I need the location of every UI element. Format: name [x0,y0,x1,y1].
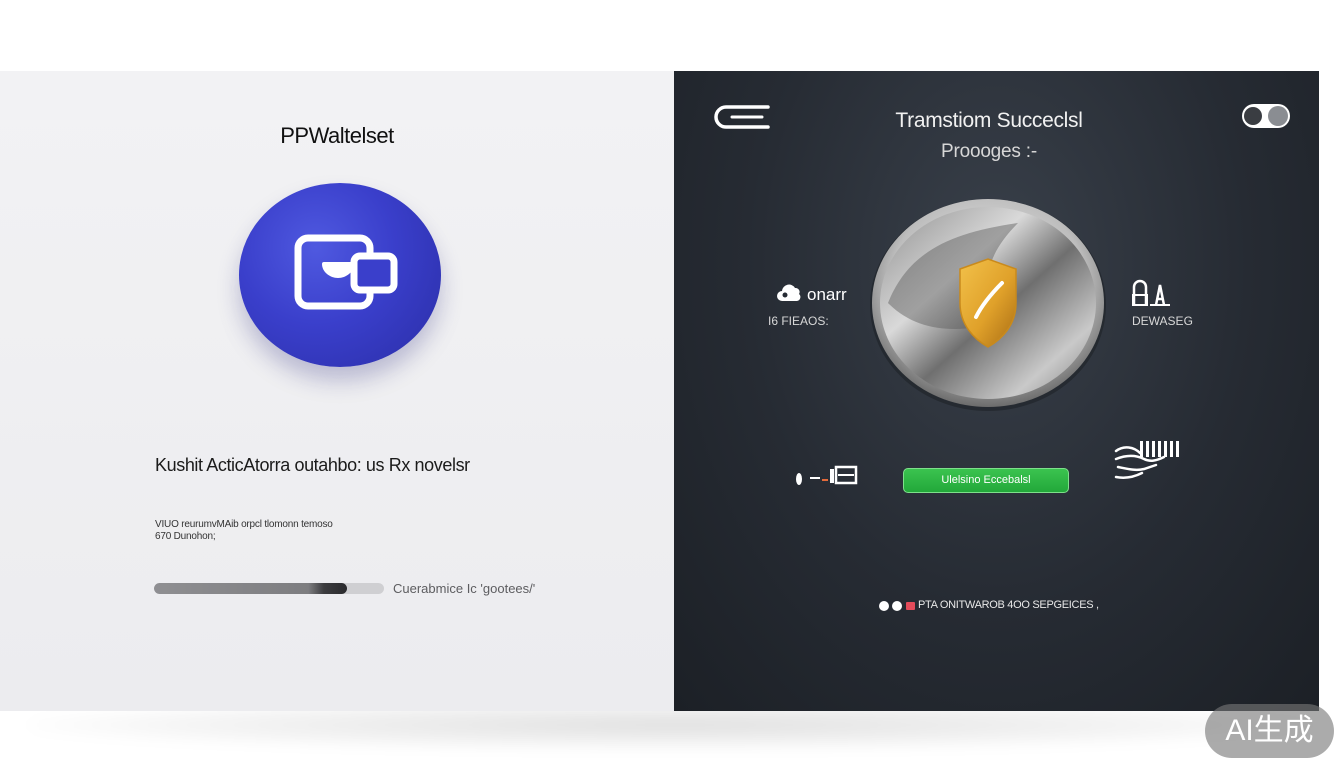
headline: Kushit ActicAtorra outahbo: us Rx novels… [155,455,470,475]
progress-bar [154,583,384,594]
transaction-action-button[interactable]: Ulelsino Eccebalsl [903,468,1069,493]
cloud-icon [777,284,801,301]
toggle-switch-icon[interactable] [1240,101,1292,131]
left-stat-caption: I6 FIEAOS: [768,314,829,328]
wallet-panel: PPWaltelset Kushit ActicAtorra outahbo: … [0,71,674,711]
transaction-panel: Tramstiom Succeclsl Proooges :- onarr I6… [674,71,1319,711]
app-title: PPWaltelset [280,123,394,148]
shield-check-icon [870,199,1106,411]
wallet-icon [294,234,398,310]
signal-bars-icon [796,465,858,485]
status-subtitle: Proooges :- [940,141,1038,162]
lock-arrow-icon [1132,279,1170,306]
payment-hand-icon [1114,441,1179,480]
left-stat-label: onarr [807,285,847,304]
status-title: Tramstiom Succeclsl [895,109,1083,132]
right-stat-caption: DEWASEG [1132,314,1193,328]
status-dots-icon [879,601,915,611]
detail-line: 670 Dunohon; [155,531,216,542]
ai-generated-watermark: AI生成 [1205,704,1334,758]
detail-line: VIUO reurumvMAib orpcl tlomonn temoso [155,519,333,530]
progress-label: Cuerabmice Ic 'gootees/' [393,581,536,596]
app-window: PPWaltelset Kushit ActicAtorra outahbo: … [0,71,1319,711]
footer-status-text: PTA ONITWAROB 4OO SEPGEICES , [918,599,1099,611]
progress-fill [154,583,348,594]
page: PPWaltelset Kushit ActicAtorra outahbo: … [0,0,1344,768]
